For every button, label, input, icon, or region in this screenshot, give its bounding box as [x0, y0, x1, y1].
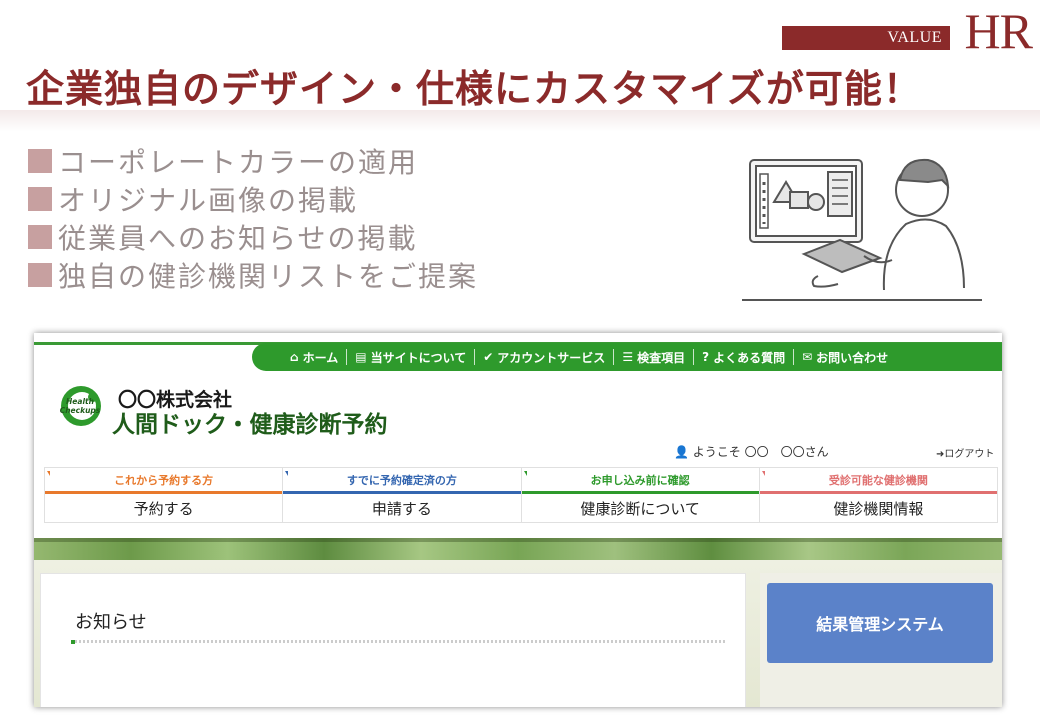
headline-shadow: [0, 110, 1040, 132]
welcome-message: 👤 ようこそ 〇〇 〇〇さん: [674, 443, 829, 460]
question-icon: ?: [702, 350, 710, 364]
nav-label: 当サイトについて: [370, 350, 467, 365]
user-name: 〇〇 〇〇さん: [744, 445, 829, 459]
feature-list: コーポレートカラーの適用 オリジナル画像の掲載 従業員へのお知らせの掲載 独自の…: [28, 142, 478, 294]
nav-item-contact[interactable]: ✉ お問い合わせ: [794, 349, 896, 365]
nav-label: よくある質問: [713, 350, 786, 365]
feature-item: 独自の健診機関リストをご提案: [28, 256, 478, 294]
tab-label: 健診機関情報: [833, 499, 924, 518]
nav-item-home[interactable]: ⌂ ホーム: [282, 349, 348, 365]
badge-bar: VALUE: [782, 26, 950, 50]
feature-text: 独自の健診機関リストをご提案: [58, 260, 479, 293]
logout-label: ログアウト: [944, 449, 995, 460]
notice-card: お知らせ: [40, 573, 746, 707]
tab-caption: お申し込み前に確認: [521, 468, 759, 494]
welcome-prefix: ようこそ: [692, 445, 741, 459]
tab-apply[interactable]: すでに予約確定済の方 申請する: [282, 467, 521, 523]
notice-title: お知らせ: [75, 612, 147, 633]
tab-caption: すでに予約確定済の方: [283, 468, 521, 494]
tab-label: 予約する: [133, 499, 194, 518]
logo-text-checkups: Checkups: [60, 406, 101, 415]
tab-caption: これから予約する方: [45, 468, 283, 494]
main-menu-tabs: これから予約する方 予約する すでに予約確定済の方 申請する お申し込み前に確認…: [44, 467, 998, 523]
square-bullet-icon: [28, 225, 52, 249]
feature-item: 従業員へのお知らせの掲載: [28, 218, 478, 256]
badge-hr-text: HR: [964, 3, 1033, 59]
notice-divider: [71, 640, 725, 643]
notice-divider-accent: [71, 640, 75, 644]
feature-text: オリジナル画像の掲載: [58, 184, 359, 217]
nav-item-faq[interactable]: ? よくある質問: [694, 349, 795, 365]
logo-text-health: Health: [66, 397, 94, 406]
tab-label: 健康診断について: [580, 499, 700, 518]
headline: 企業独自のデザイン・仕様にカスタマイズが可能！: [26, 67, 922, 111]
square-bullet-icon: [28, 149, 52, 173]
nav-label: ホーム: [302, 350, 339, 365]
user-icon: 👤: [674, 445, 689, 459]
book-icon: ▤: [355, 350, 367, 364]
health-checkups-logo[interactable]: Health Checkups: [58, 383, 104, 429]
nav-label: アカウントサービス: [497, 350, 606, 365]
logout-link[interactable]: ➜ログアウト: [936, 445, 994, 460]
nav-item-test-items[interactable]: ☰ 検査項目: [614, 349, 695, 365]
person-designing-illustration: [742, 158, 982, 301]
list-icon: ☰: [622, 350, 634, 364]
tab-reserve[interactable]: これから予約する方 予約する: [44, 467, 283, 523]
nav-item-about[interactable]: ▤ 当サイトについて: [347, 349, 476, 365]
home-icon: ⌂: [290, 350, 299, 364]
nav-label: 検査項目: [637, 350, 686, 365]
feature-item: コーポレートカラーの適用: [28, 142, 478, 180]
top-navigation: ⌂ ホーム ▤ 当サイトについて ✔ アカウントサービス ☰ 検査項目 ? よくある質問 …: [252, 343, 1002, 371]
mail-icon: ✉: [802, 350, 813, 364]
tab-label: 申請する: [371, 499, 432, 518]
badge-value-text: VALUE: [887, 29, 942, 46]
square-bullet-icon: [28, 263, 52, 287]
tab-about-checkup[interactable]: お申し込み前に確認 健康診断について: [520, 467, 759, 523]
square-bullet-icon: [28, 187, 52, 211]
service-name: 人間ドック・健康診断予約: [112, 412, 388, 438]
nav-item-account[interactable]: ✔ アカウントサービス: [475, 349, 615, 365]
result-management-button[interactable]: 結果管理システム: [767, 583, 993, 663]
tab-institutions[interactable]: 受診可能な健診機関 健診機関情報: [758, 467, 998, 523]
feature-text: 従業員へのお知らせの掲載: [58, 222, 418, 255]
nav-label: お問い合わせ: [816, 350, 889, 365]
tab-caption: 受診可能な健診機関: [759, 468, 997, 494]
hero-shade: [34, 538, 1002, 542]
feature-text: コーポレートカラーの適用: [58, 146, 419, 179]
check-circle-icon: ✔: [483, 350, 494, 364]
site-screenshot: ⌂ ホーム ▤ 当サイトについて ✔ アカウントサービス ☰ 検査項目 ? よくある質問 …: [34, 333, 1002, 707]
feature-item: オリジナル画像の掲載: [28, 180, 478, 218]
value-hr-badge: VALUE HR: [782, 6, 1033, 56]
